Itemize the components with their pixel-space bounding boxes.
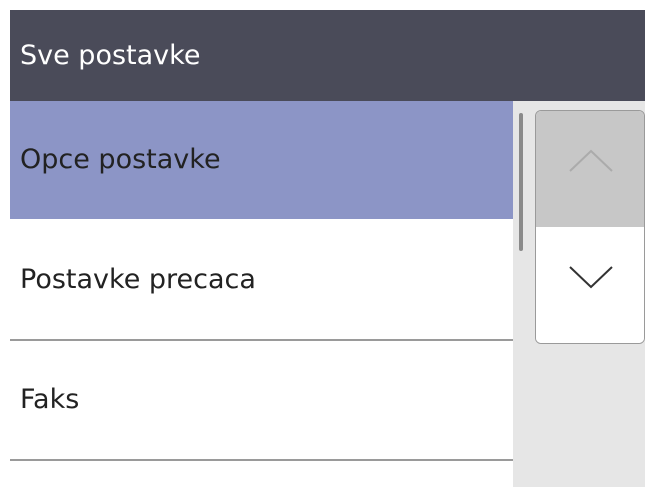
menu-item-label: Faks: [20, 384, 80, 415]
list-divider: [10, 459, 513, 461]
title-bar: Sve postavke: [10, 10, 645, 101]
menu-item-opce-postavke[interactable]: Opce postavke: [10, 101, 513, 219]
scroll-up-button[interactable]: [536, 111, 644, 227]
menu-item-label: Postavke precaca: [20, 264, 256, 295]
chevron-up-icon: [569, 149, 613, 172]
screen-title: Sve postavke: [20, 40, 201, 71]
settings-menu-list: Opce postavke Postavke precaca Faks: [10, 101, 513, 487]
menu-item-label: Opce postavke: [20, 144, 221, 175]
scroll-panel: [513, 101, 645, 487]
scrollbar-thumb[interactable]: [519, 113, 523, 251]
scroll-buttons: [535, 110, 645, 344]
settings-screen: Sve postavke Opce postavke Postavke prec…: [10, 10, 645, 487]
menu-item-faks[interactable]: Faks: [10, 341, 513, 459]
menu-item-postavke-precaca[interactable]: Postavke precaca: [10, 221, 513, 339]
scroll-down-button[interactable]: [536, 227, 644, 343]
chevron-down-icon: [569, 266, 613, 289]
